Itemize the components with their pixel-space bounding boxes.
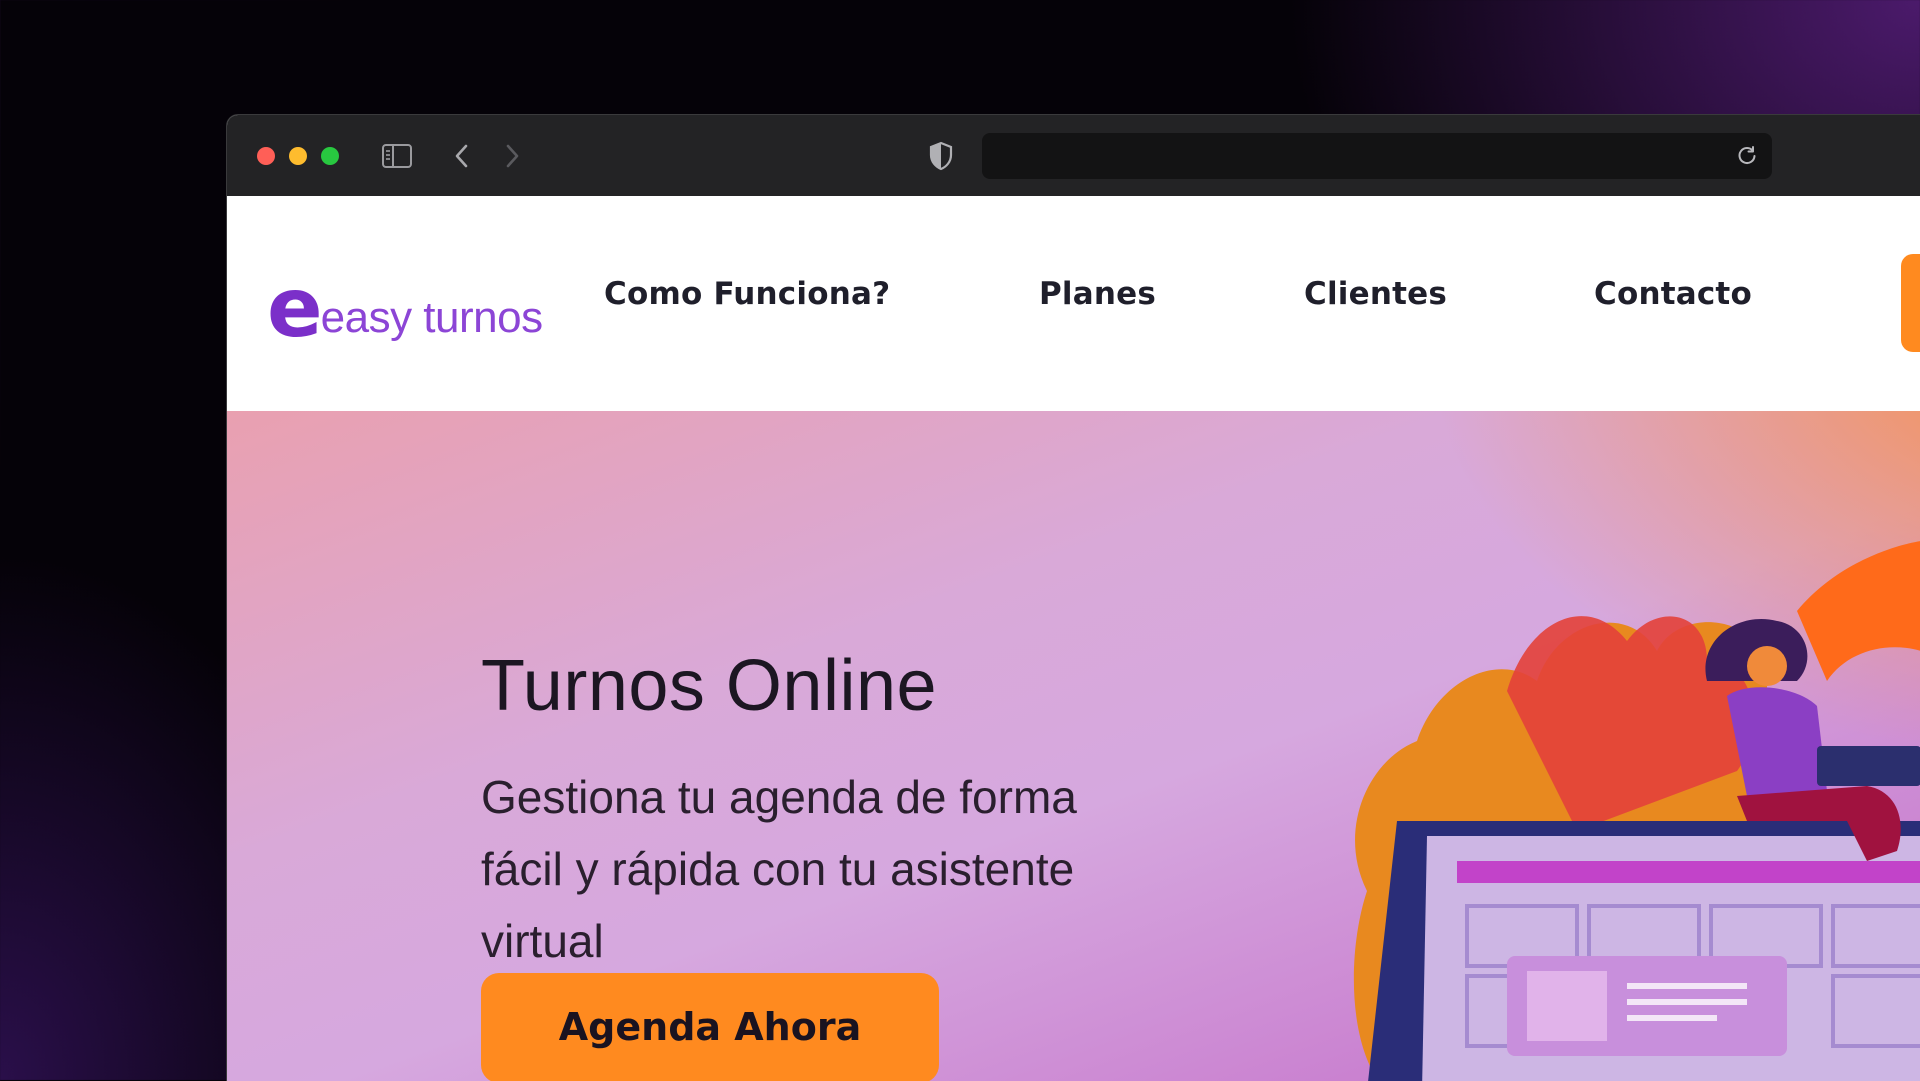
event-card-line (1627, 983, 1747, 989)
person-head (1747, 646, 1787, 686)
zoom-window-button[interactable] (321, 147, 339, 165)
event-card-image (1527, 971, 1607, 1041)
sidebar-icon[interactable] (380, 139, 414, 173)
hero-illustration (1353, 541, 1920, 1081)
chevron-right-icon[interactable] (495, 139, 529, 173)
browser-toolbar (227, 115, 1920, 196)
logo[interactable]: e easy turnos (267, 261, 543, 356)
nav-como-funciona[interactable]: Como Funciona? (604, 276, 890, 312)
nav-planes[interactable]: Planes (1039, 276, 1156, 312)
close-window-button[interactable] (257, 147, 275, 165)
reload-icon[interactable] (1730, 139, 1764, 173)
hero-title: Turnos Online (481, 646, 938, 726)
logo-text: easy turnos (320, 293, 543, 342)
nav-contacto[interactable]: Contacto (1594, 276, 1752, 312)
logo-mark: e (267, 261, 323, 356)
hero-section: Turnos Online Gestiona tu agenda de form… (227, 411, 1920, 1081)
address-bar[interactable] (982, 133, 1772, 179)
laptop (1817, 746, 1920, 786)
hero-subtitle: Gestiona tu agenda de forma fácil y rápi… (481, 771, 1077, 967)
minimize-window-button[interactable] (289, 147, 307, 165)
chevron-left-icon[interactable] (445, 139, 479, 173)
shield-icon[interactable] (924, 139, 958, 173)
orange-arc-shape (1797, 541, 1920, 681)
event-card-line (1627, 999, 1747, 1005)
agenda-ahora-button[interactable]: Agenda Ahora (481, 973, 939, 1081)
screen-header-bar (1457, 861, 1920, 883)
nav-cta-button[interactable] (1901, 254, 1920, 352)
nav-clientes[interactable]: Clientes (1304, 276, 1447, 312)
event-card-line (1627, 1015, 1717, 1021)
browser-window: e easy turnos Como Funciona? Planes Clie… (226, 114, 1920, 1081)
